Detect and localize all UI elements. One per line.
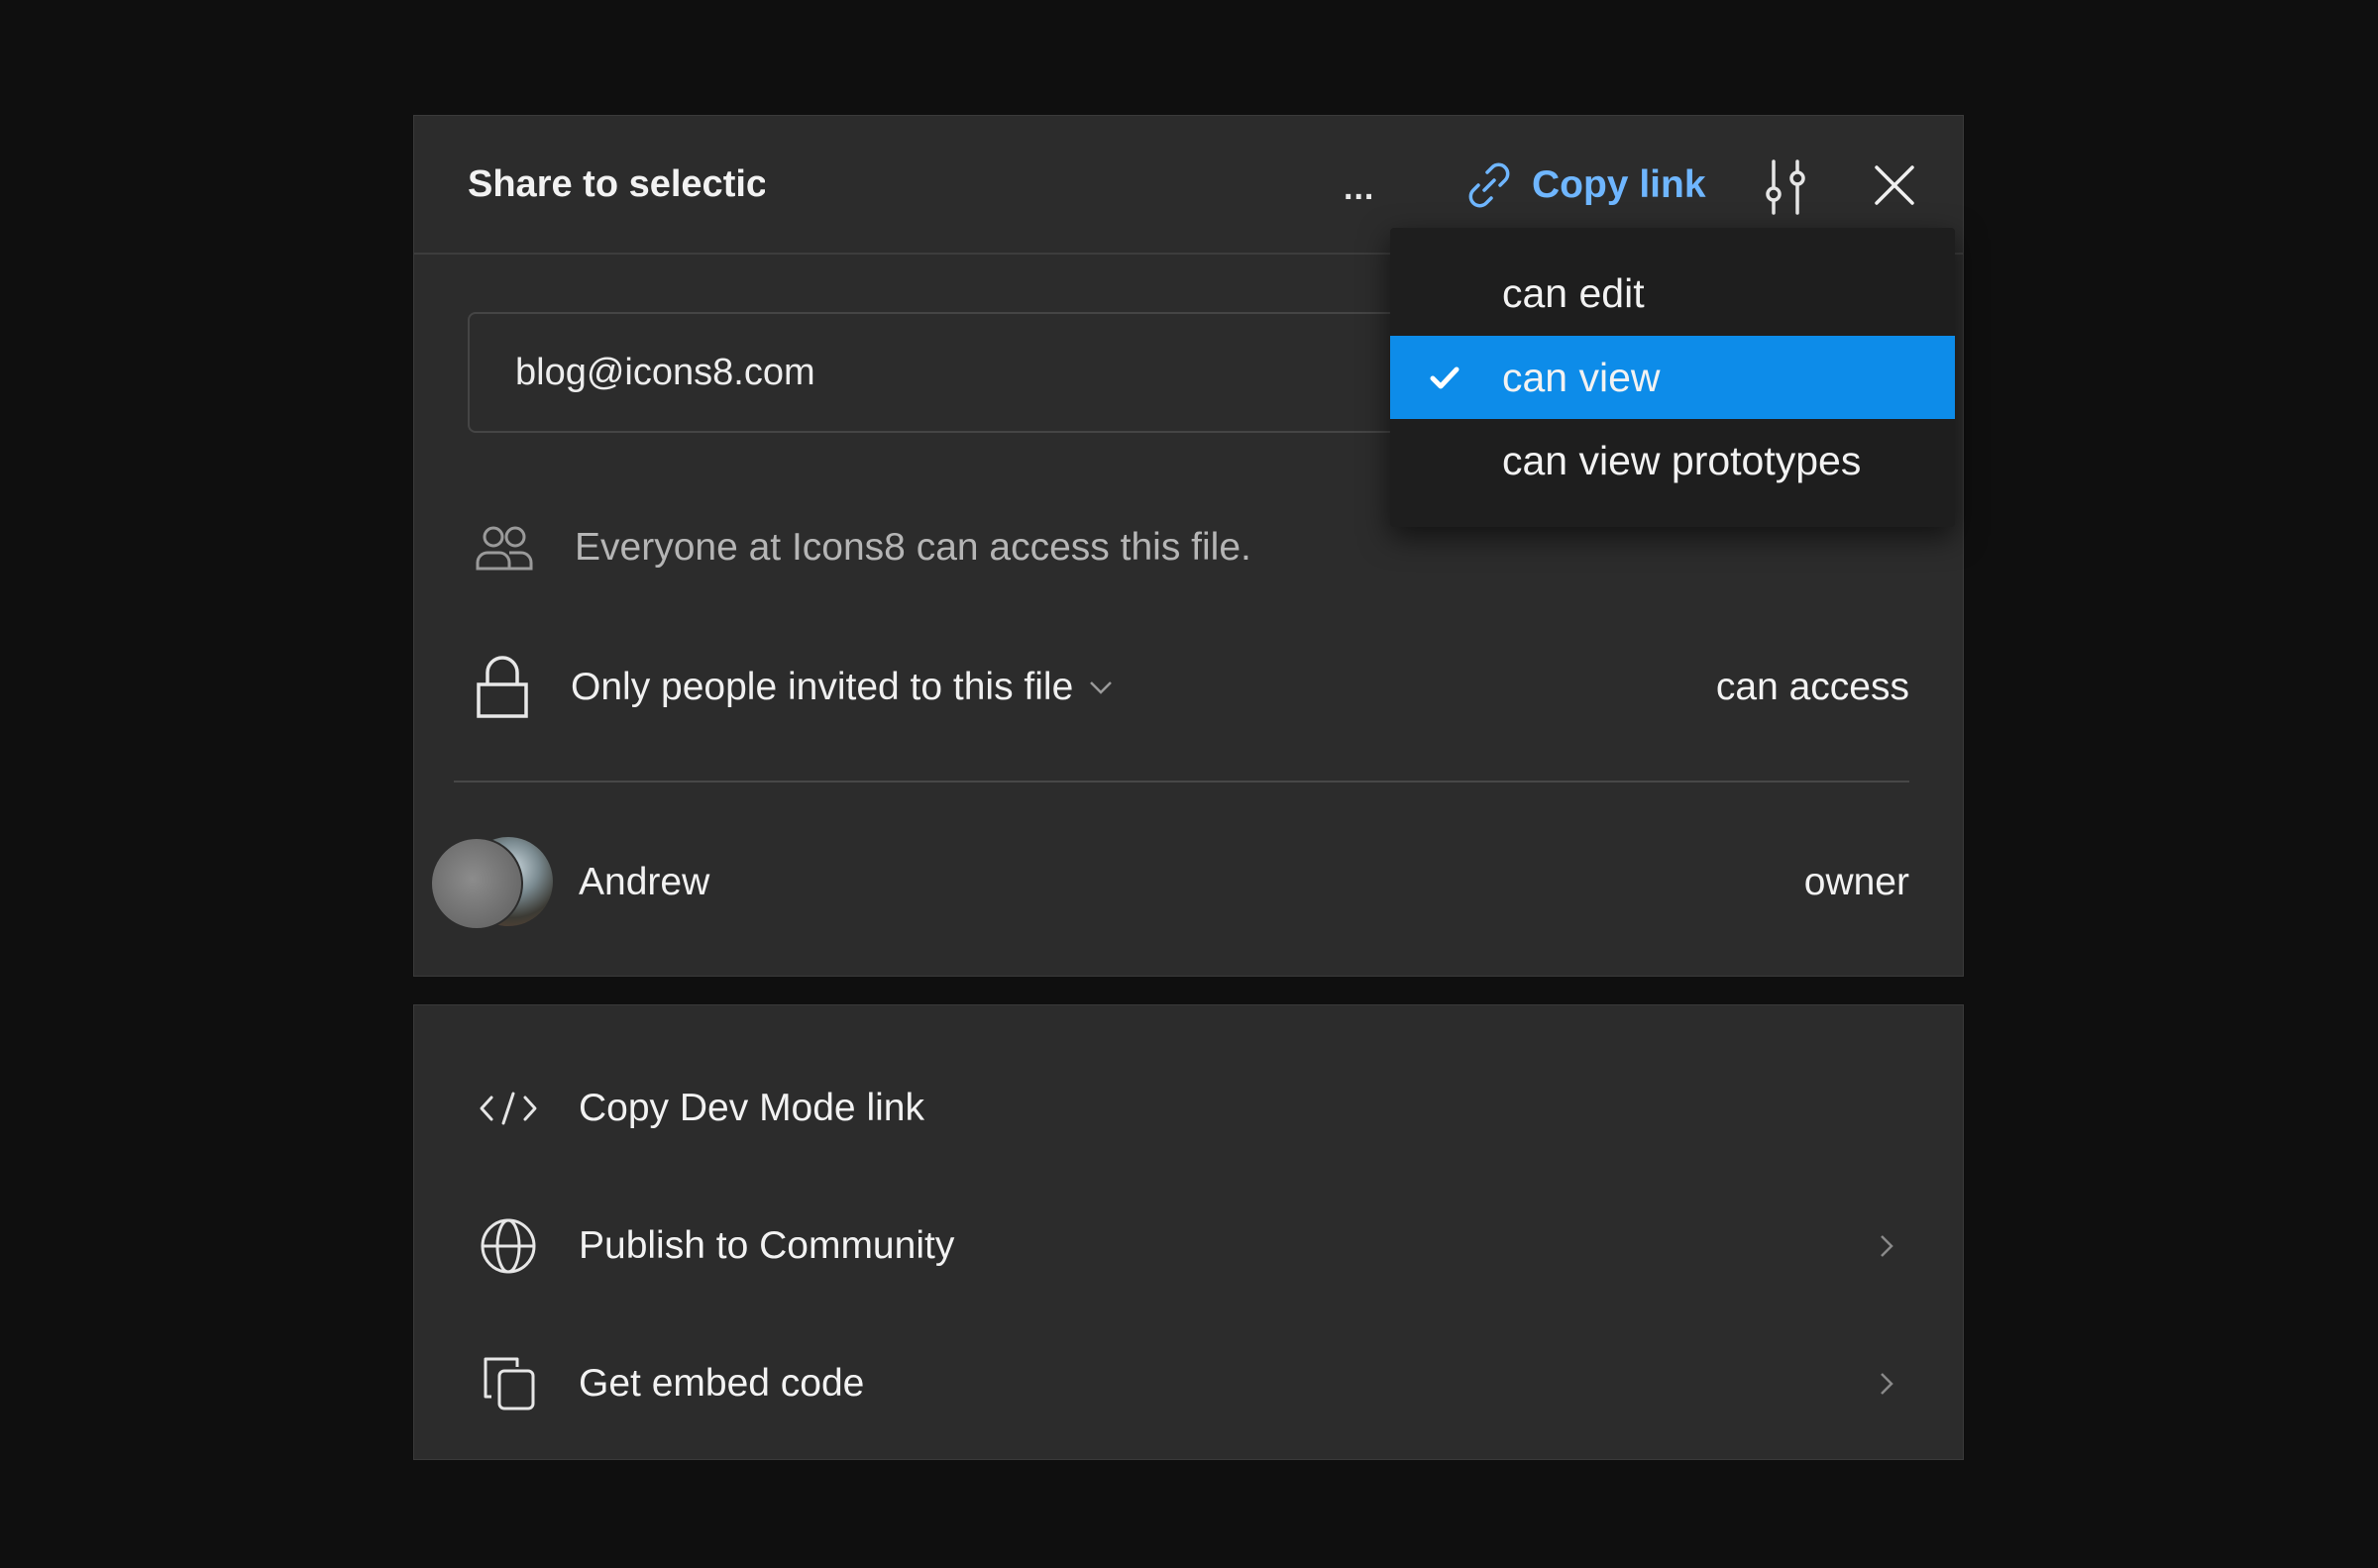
copy-link-label: Copy link [1532,163,1706,206]
close-button[interactable] [1869,159,1920,211]
link-permission-label[interactable]: can access [1716,651,1909,724]
permission-option-can-view[interactable]: can view [1390,336,1955,419]
link-access-dropdown[interactable]: Only people invited to this file [476,633,1113,742]
copy-icon [484,1357,535,1411]
avatar [430,837,553,930]
checkmark-icon [1430,366,1459,389]
code-icon [480,1092,537,1125]
link-icon [1468,162,1510,208]
member-role[interactable]: owner [1804,861,1909,904]
chevron-right-icon [1881,1373,1893,1395]
permission-option-can-view-prototypes[interactable]: can view prototypes [1390,419,1955,502]
close-icon [1875,165,1914,205]
publish-to-community-item[interactable]: Publish to Community [414,1187,1963,1306]
copy-dev-mode-link-item[interactable]: Copy Dev Mode link [414,1049,1963,1168]
permission-option-label: can view [1502,354,1661,400]
section-divider [454,781,1909,783]
chevron-right-icon [1881,1235,1893,1257]
more-options-button[interactable]: ... [1344,169,1374,208]
copy-dev-mode-link-label: Copy Dev Mode link [579,1087,924,1129]
org-access-row: Everyone at Icons8 can access this file. [476,498,1251,597]
sliders-icon [1766,159,1805,215]
get-embed-code-item[interactable]: Get embed code [414,1324,1963,1443]
publish-to-community-label: Publish to Community [579,1224,955,1267]
lock-icon [477,656,528,718]
globe-icon [481,1218,536,1274]
people-icon [476,526,533,571]
settings-sliders-button[interactable] [1758,157,1813,217]
chevron-down-icon [1090,681,1113,694]
permission-dropdown-menu: can edit can view can view prototypes [1390,228,1955,527]
permission-option-label: can view prototypes [1502,437,1862,483]
link-access-scope-label: Only people invited to this file [571,666,1074,708]
get-embed-code-label: Get embed code [579,1362,865,1405]
permission-option-can-edit[interactable]: can edit [1390,252,1955,335]
share-actions-panel: Copy Dev Mode link Publish to Community … [413,1004,1964,1460]
page-background: Share to selectic ... Copy link blog@ico… [0,0,2378,1568]
org-access-text: Everyone at Icons8 can access this file. [575,526,1251,569]
permission-option-label: can edit [1502,269,1645,316]
avatar-photo-overlay [430,837,523,930]
member-name: Andrew [579,861,710,903]
dialog-title: Share to selectic [468,163,765,205]
copy-link-button[interactable]: Copy link [1462,156,1706,215]
